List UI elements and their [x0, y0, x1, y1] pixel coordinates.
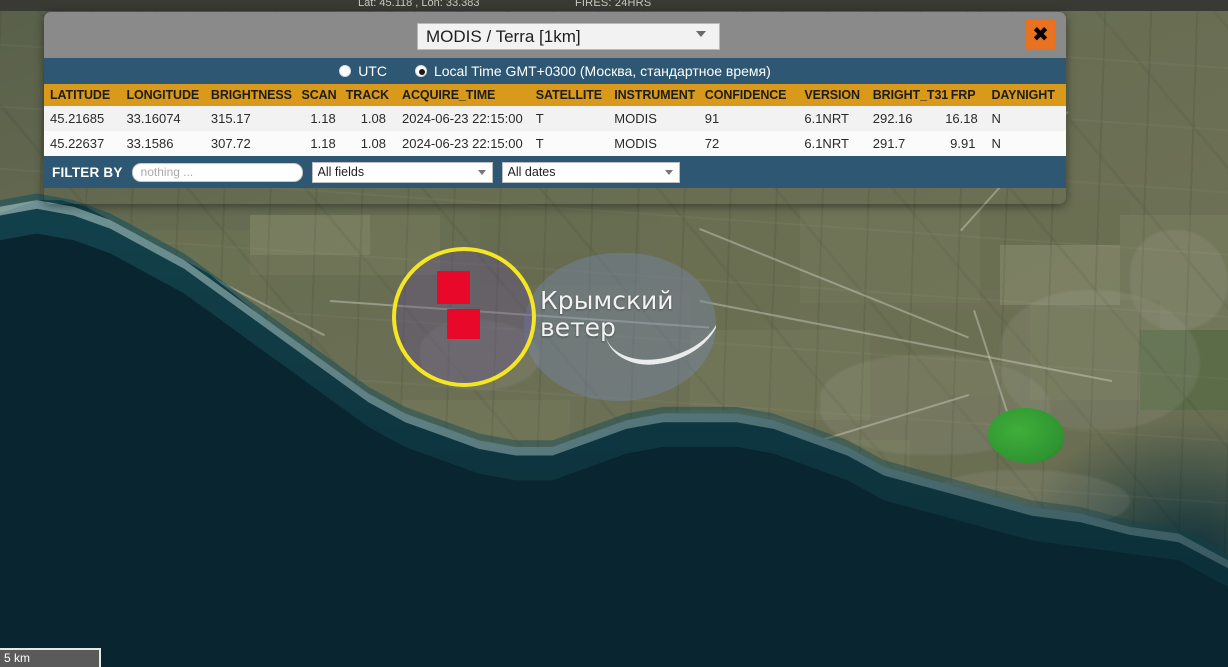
filter-dates-select[interactable]: All dates	[502, 162, 680, 183]
channel-watermark: Крымский ветер	[524, 253, 716, 401]
cell-instrument: MODIS	[608, 131, 699, 156]
green-lake	[988, 408, 1064, 463]
cell-scan: 1.18	[301, 131, 345, 156]
table-row[interactable]: 45.22637 33.1586 307.72 1.18 1.08 2024-0…	[44, 131, 1066, 156]
column-header-bright-t31[interactable]: BRIGHT_T31	[867, 84, 945, 106]
close-button[interactable]: ✖	[1026, 20, 1055, 49]
cell-frp: 9.91	[945, 131, 985, 156]
firms-fire-map-app: Крымский ветер Lat: 45.118 , Lon: 33.383…	[0, 0, 1228, 667]
cell-frp: 16.18	[945, 106, 985, 131]
cell-confidence: 91	[699, 106, 799, 131]
column-header-brightness[interactable]: BRIGHTNESS	[205, 84, 302, 106]
table-header-row: LATITUDE LONGITUDE BRIGHTNESS SCAN TRACK…	[44, 84, 1066, 106]
cell-satellite: T	[530, 106, 608, 131]
cell-longitude: 33.1586	[120, 131, 204, 156]
column-header-track[interactable]: TRACK	[346, 84, 396, 106]
sensor-select[interactable]: MODIS / Terra [1km]	[417, 23, 720, 50]
fire-data-table: LATITUDE LONGITUDE BRIGHTNESS SCAN TRACK…	[44, 84, 1066, 156]
filter-search-input[interactable]	[132, 163, 303, 182]
radio-utc[interactable]	[339, 65, 351, 77]
cell-satellite: T	[530, 131, 608, 156]
cell-daynight: N	[985, 106, 1066, 131]
cell-bright-t31: 292.16	[867, 106, 945, 131]
table-row[interactable]: 45.21685 33.16074 315.17 1.18 1.08 2024-…	[44, 106, 1066, 131]
cell-daynight: N	[985, 131, 1066, 156]
filter-dates-wrap: All dates	[502, 162, 680, 183]
watermark-text: Крымский ветер	[540, 287, 674, 341]
cell-track: 1.08	[346, 131, 396, 156]
cell-latitude: 45.21685	[44, 106, 120, 131]
fire-marker[interactable]	[447, 309, 480, 339]
column-header-frp[interactable]: FRP	[945, 84, 985, 106]
filter-fields-wrap: All fields	[312, 162, 493, 183]
filter-fields-select[interactable]: All fields	[312, 162, 493, 183]
fire-marker[interactable]	[437, 271, 470, 304]
map-status-bar: Lat: 45.118 , Lon: 33.383 FIRES: 24HRS	[0, 0, 1228, 11]
cell-version: 6.1NRT	[798, 106, 866, 131]
column-header-daynight[interactable]: DAYNIGHT	[985, 84, 1066, 106]
cell-acquire-time: 2024-06-23 22:15:00	[396, 131, 530, 156]
panel-header: MODIS / Terra [1km] ✖	[44, 12, 1066, 58]
map-scale-bar: 5 km	[0, 648, 101, 667]
cell-version: 6.1NRT	[798, 131, 866, 156]
cell-brightness: 307.72	[205, 131, 302, 156]
coordinates-readout: Lat: 45.118 , Lon: 33.383	[358, 0, 480, 9]
column-header-scan[interactable]: SCAN	[301, 84, 345, 106]
column-header-acquire-time[interactable]: ACQUIRE_TIME	[396, 84, 530, 106]
fire-data-panel: MODIS / Terra [1km] ✖ UTC Local Time GMT…	[44, 12, 1066, 204]
cell-scan: 1.18	[301, 106, 345, 131]
column-header-instrument[interactable]: INSTRUMENT	[608, 84, 699, 106]
cell-confidence: 72	[699, 131, 799, 156]
radio-local-time-label[interactable]: Local Time GMT+0300 (Москва, стандартное…	[434, 63, 771, 79]
cell-brightness: 315.17	[205, 106, 302, 131]
filter-bar: FILTER BY All fields All dates	[44, 156, 1066, 188]
cell-longitude: 33.16074	[120, 106, 204, 131]
filter-by-label: FILTER BY	[52, 165, 123, 180]
cell-track: 1.08	[346, 106, 396, 131]
fires-timeframe-label: FIRES: 24HRS	[575, 0, 651, 9]
column-header-version[interactable]: VERSION	[798, 84, 866, 106]
column-header-confidence[interactable]: CONFIDENCE	[699, 84, 799, 106]
cell-instrument: MODIS	[608, 106, 699, 131]
column-header-satellite[interactable]: SATELLITE	[530, 84, 608, 106]
radio-utc-label[interactable]: UTC	[358, 63, 387, 79]
timezone-selector: UTC Local Time GMT+0300 (Москва, стандар…	[44, 58, 1066, 84]
cell-latitude: 45.22637	[44, 131, 120, 156]
radio-local-time[interactable]	[415, 65, 427, 77]
cell-acquire-time: 2024-06-23 22:15:00	[396, 106, 530, 131]
column-header-latitude[interactable]: LATITUDE	[44, 84, 120, 106]
cell-bright-t31: 291.7	[867, 131, 945, 156]
column-header-longitude[interactable]: LONGITUDE	[120, 84, 204, 106]
